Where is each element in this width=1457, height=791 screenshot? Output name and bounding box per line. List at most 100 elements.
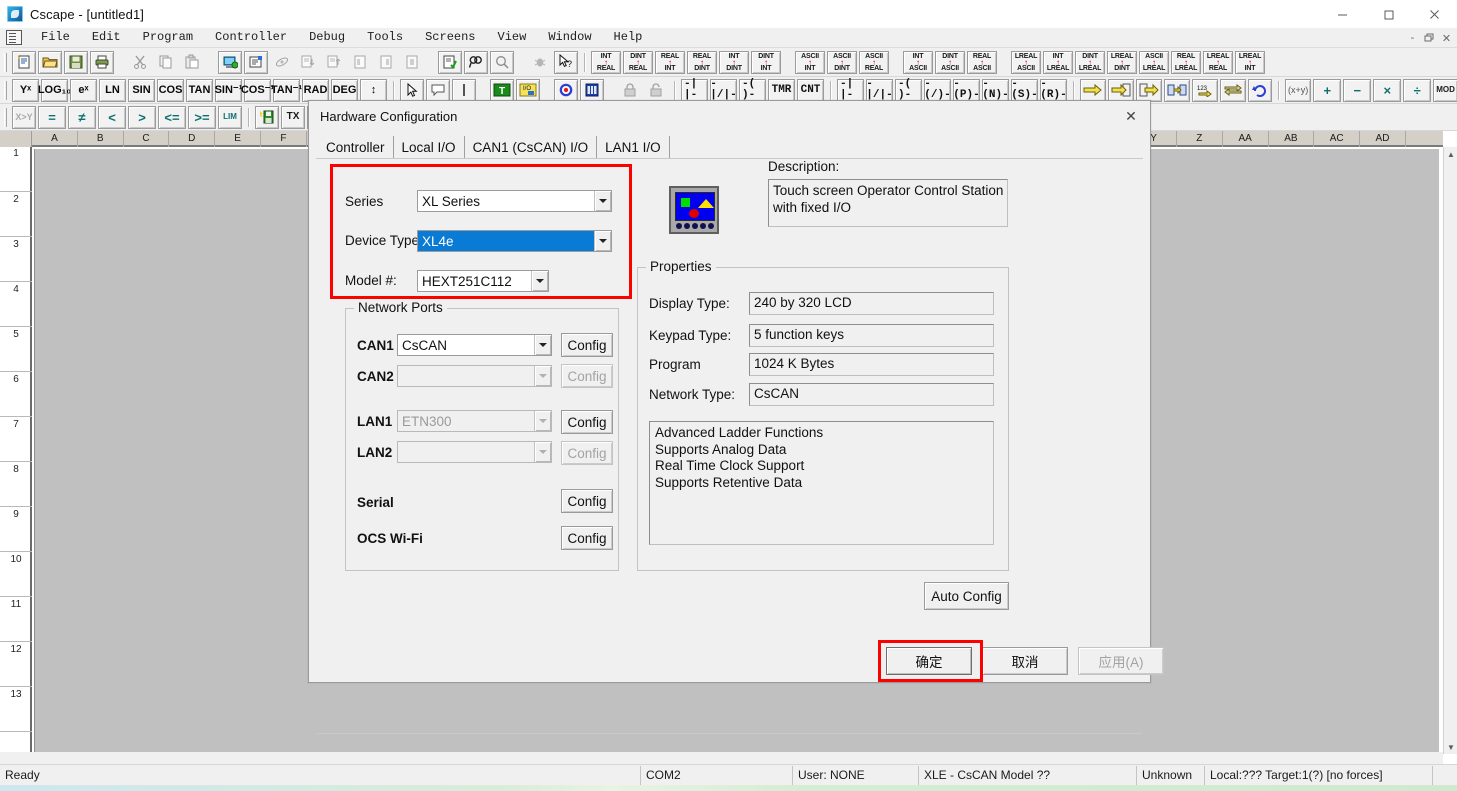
row-header-7[interactable]: 7 [0,416,32,462]
row-header-12[interactable]: 12 [0,641,32,687]
contact-no-button[interactable]: -| |- [681,78,708,102]
chevron-down-icon[interactable] [534,335,551,355]
menu-item-controller[interactable]: Controller [204,29,298,46]
minimize-icon[interactable] [1319,0,1365,28]
export-up-button[interactable] [322,51,346,74]
exp-function-button[interactable]: eˣ [70,78,97,102]
convert-int-real-button[interactable]: INT ↑ REAL [591,50,621,74]
menu-item-edit[interactable]: Edit [81,29,132,46]
export-down-button[interactable] [296,51,320,74]
chevron-down-icon[interactable] [594,191,611,211]
row-header-9[interactable]: 9 [0,506,32,552]
scroll-up-icon[interactable]: ▲ [1444,147,1457,161]
column-header-AA[interactable]: AA [1223,131,1269,147]
menu-item-view[interactable]: View [487,29,538,46]
vertical-line-button[interactable] [452,78,476,102]
menu-item-screens[interactable]: Screens [414,29,486,46]
convert-ascii-int-button[interactable]: ASCII ↑ INT [795,50,825,74]
save-retentive-button[interactable] [255,105,279,129]
sin-function-button[interactable]: SIN [128,78,155,102]
equal-button[interactable]: = [38,105,66,129]
subtract-button[interactable]: − [1343,78,1372,102]
page-center-button[interactable] [400,51,424,74]
toolbar-grip[interactable] [4,107,7,127]
contact-nc-button[interactable]: -|/|- [710,78,737,102]
lan1-config-button[interactable]: Config [561,410,613,434]
row-header-1[interactable]: 1 [0,146,32,192]
modulo-button[interactable]: MOD [1433,78,1457,102]
menu-item-help[interactable]: Help [603,29,654,46]
column-header-Z[interactable]: Z [1177,131,1223,147]
close-icon[interactable] [1411,0,1457,28]
device-type-combobox[interactable]: XL4e [417,230,612,252]
column-header-D[interactable]: D [169,131,216,147]
column-header-AB[interactable]: AB [1269,131,1315,147]
greater-than-button[interactable]: > [128,105,156,129]
menu-item-debug[interactable]: Debug [298,29,356,46]
save-file-button[interactable] [64,50,88,74]
serial-config-button[interactable]: Config [561,489,613,513]
add-button[interactable]: + [1313,78,1342,102]
pointer-tool-button[interactable] [400,78,424,102]
convert-int-lreal-button[interactable]: INT ↑ LREAL [1043,50,1073,74]
convert-dint-ascii-button[interactable]: DINT ↑ ASCII [935,50,965,74]
greater-equal-button[interactable]: >= [188,105,216,129]
maximize-icon[interactable] [1365,0,1411,28]
cut-button[interactable] [128,51,152,74]
transmit-button[interactable]: TX [281,105,305,129]
tab-local-io[interactable]: Local I/O [394,136,465,158]
mdi-restore-icon[interactable] [1421,29,1438,47]
convert-lreal-real-button[interactable]: LREAL ↑ REAL [1203,50,1233,74]
row-header-5[interactable]: 5 [0,326,32,372]
convert-ascii-real-button[interactable]: ASCII ↑ REAL [859,50,889,74]
page-right-button[interactable] [374,51,398,74]
print-button[interactable] [90,50,114,74]
multiply-button[interactable]: × [1373,78,1402,102]
mdi-close-icon[interactable]: ✕ [1438,29,1455,47]
coil-no-button[interactable]: -| |- [837,78,864,102]
auto-config-button[interactable]: Auto Config [924,582,1009,610]
series-combobox[interactable]: XL Series [417,190,612,212]
row-header-2[interactable]: 2 [0,191,32,237]
network-scan-button[interactable] [270,51,294,74]
row-header-6[interactable]: 6 [0,371,32,417]
less-equal-button[interactable]: <= [158,105,186,129]
menu-item-tools[interactable]: Tools [356,29,414,46]
tab-can1-cscan-io[interactable]: CAN1 (CsCAN) I/O [465,136,598,158]
atan-function-button[interactable]: TAN⁻¹ [271,78,302,102]
coil-negative-button[interactable]: -(N)- [982,78,1009,102]
find-button[interactable] [464,50,488,74]
data-table-button[interactable] [580,78,604,102]
toolbar-grip[interactable] [4,52,7,72]
text-table-button[interactable]: T [490,78,514,102]
download-program-button[interactable] [218,50,242,74]
tab-controller[interactable]: Controller [318,136,394,158]
column-header-F[interactable]: F [261,131,307,147]
ln-function-button[interactable]: LN [99,78,126,102]
acos-function-button[interactable]: COS⁻¹ [241,78,274,102]
not-equal-button[interactable]: ≠ [68,105,96,129]
limit-button[interactable]: LIM [218,105,242,129]
convert-lreal-int-button[interactable]: LREAL ↑ INT [1235,50,1265,74]
status-resize-grip[interactable] [1432,765,1457,785]
timer-button[interactable]: TMR [768,78,795,102]
coil-not-button[interactable]: -(/)- [924,78,951,102]
move-out-button[interactable] [1136,78,1162,102]
toolbar-grip[interactable] [4,80,7,100]
coil-positive-button[interactable]: -(P)- [953,78,980,102]
convert-real-lreal-button[interactable]: REAL ↑ LREAL [1171,50,1201,74]
chevron-down-icon[interactable] [531,271,548,291]
convert-real-int-button[interactable]: REAL ↑ INT [655,50,685,74]
check-program-button[interactable] [438,50,462,74]
row-header-3[interactable]: 3 [0,236,32,282]
convert-ascii-lreal-button[interactable]: ASCII ↑ LREAL [1139,50,1169,74]
convert-int-ascii-button[interactable]: INT ↑ ASCII [903,50,933,74]
menu-item-file[interactable]: File [30,29,81,46]
rotate-button[interactable] [1248,78,1272,102]
grid-corner[interactable] [0,131,32,147]
asin-function-button[interactable]: SIN⁻¹ [215,78,242,102]
scale-function-button[interactable]: ↕ [360,78,387,102]
tab-lan1-io[interactable]: LAN1 I/O [597,136,670,158]
copy-button[interactable] [154,51,178,74]
ok-button[interactable]: 确定 [886,647,972,675]
